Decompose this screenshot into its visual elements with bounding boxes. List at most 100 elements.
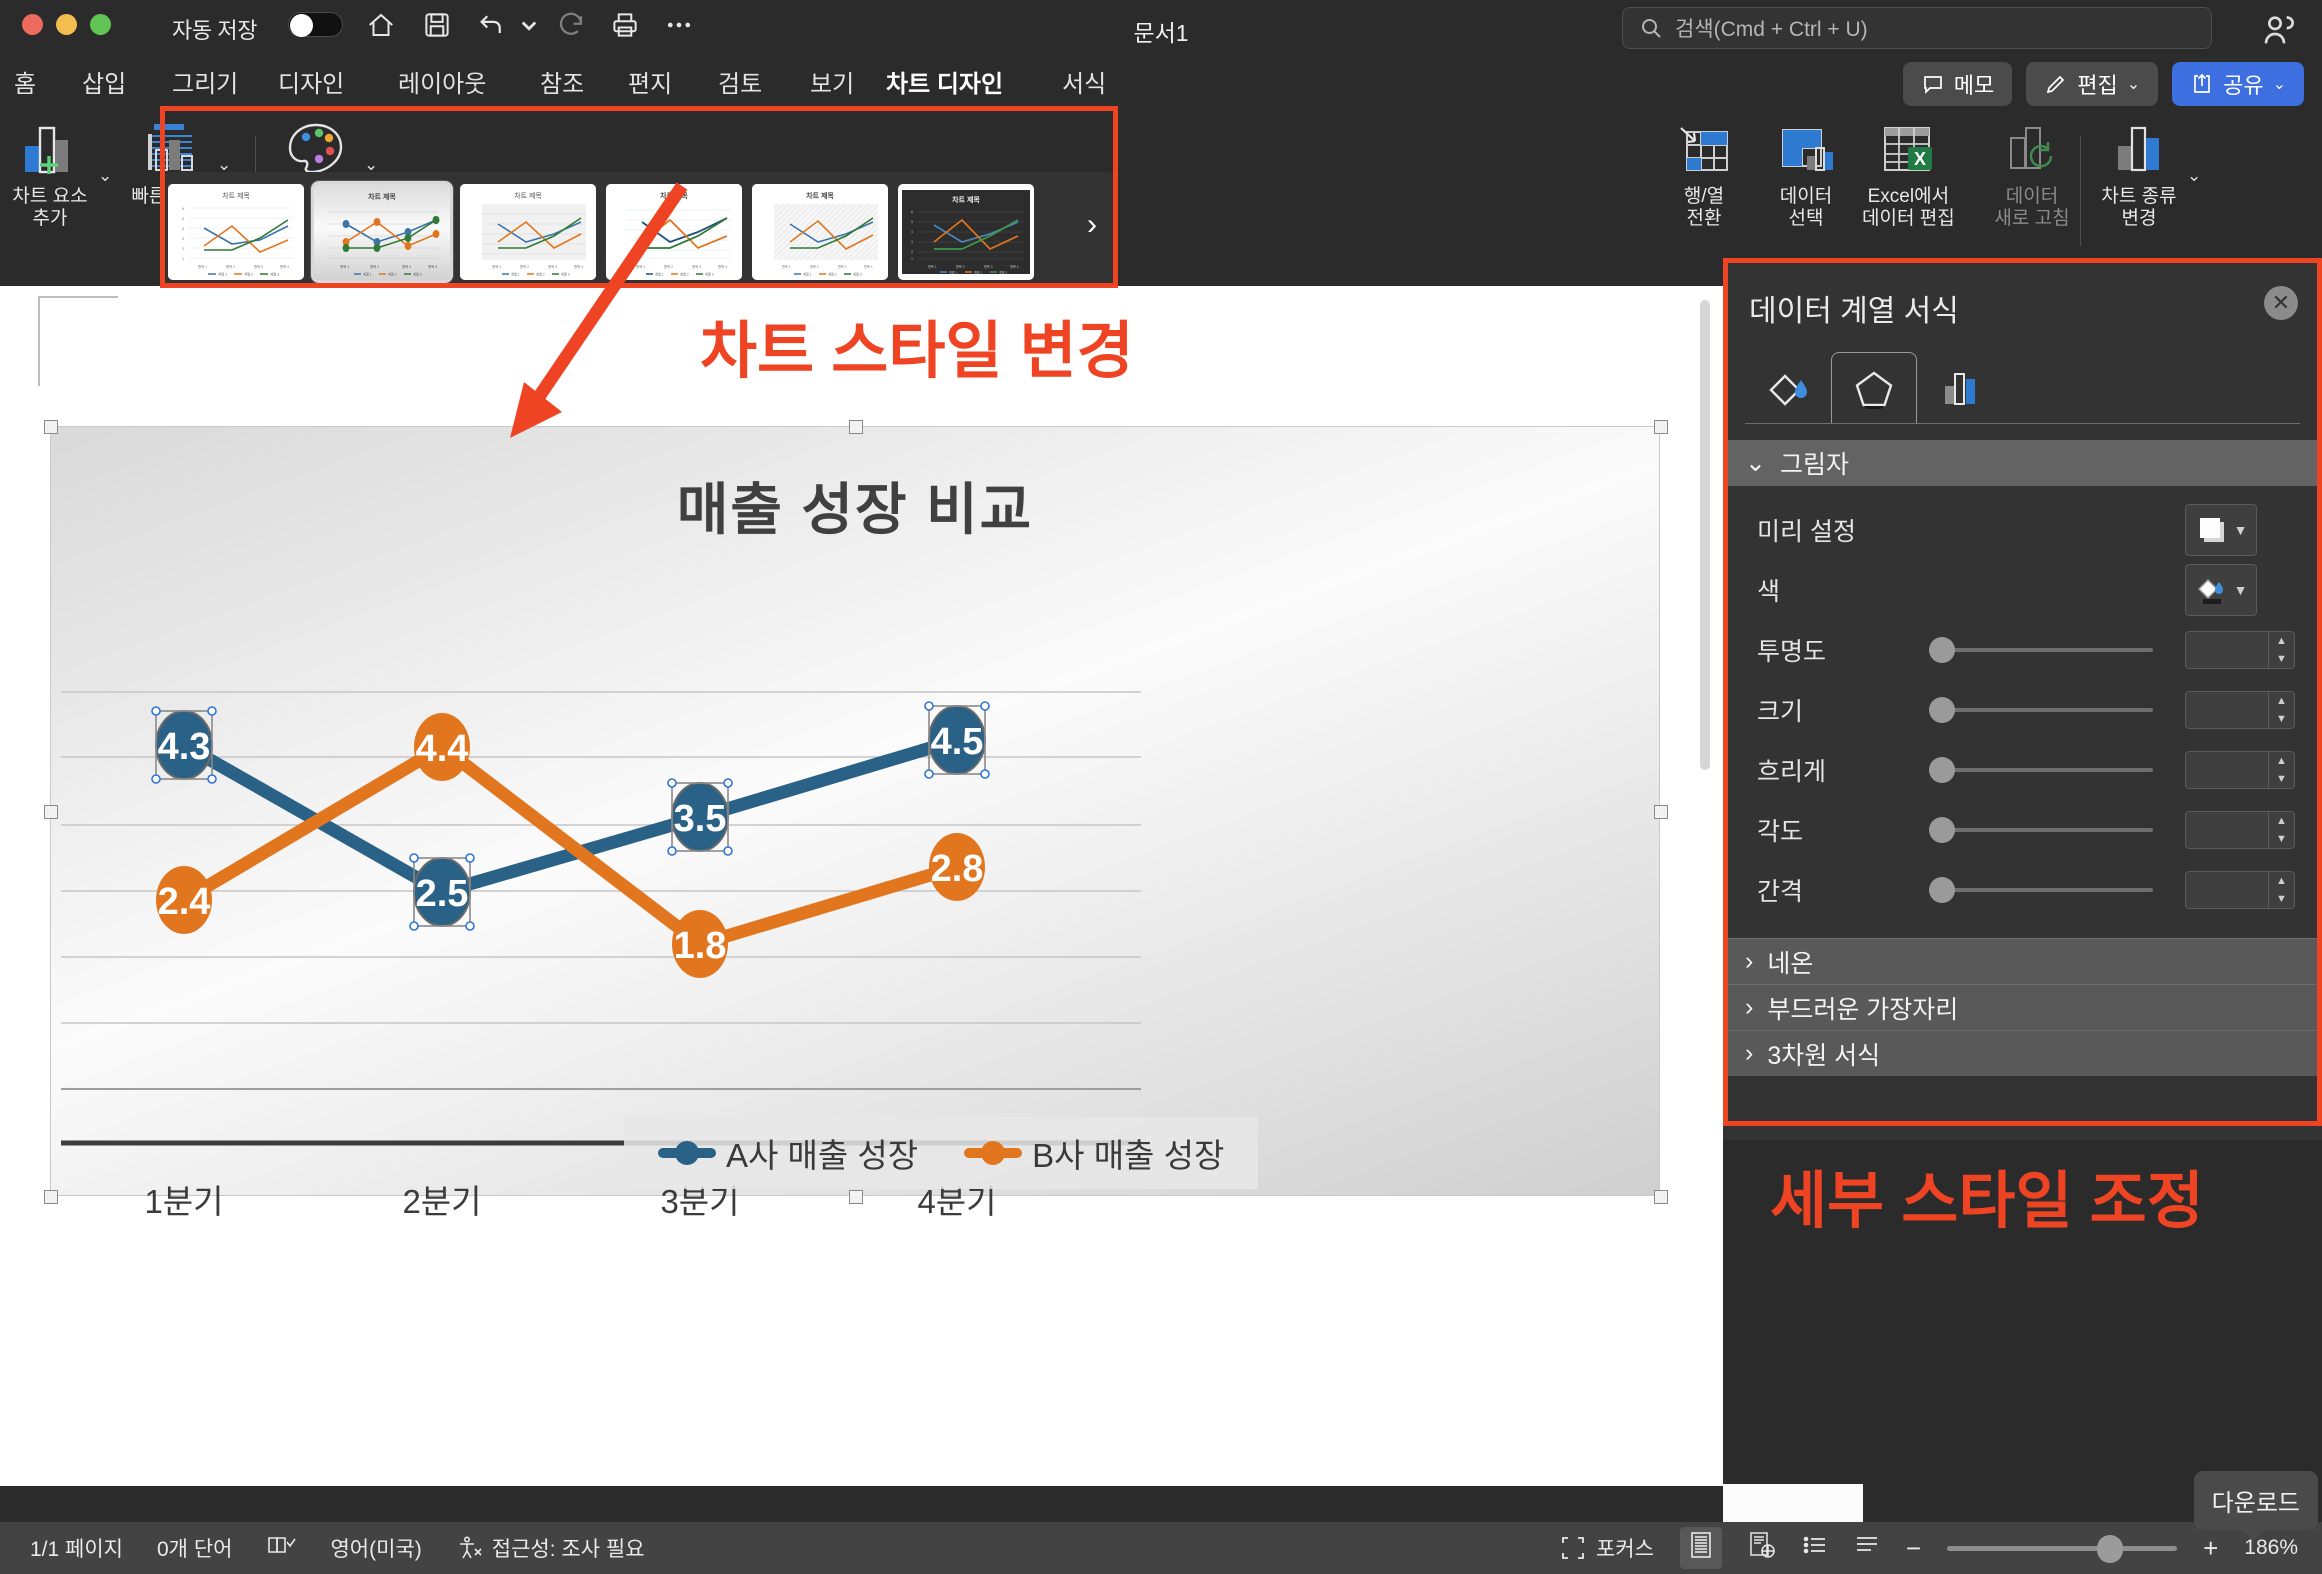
tab-layout[interactable]: 레이아웃 xyxy=(398,64,486,99)
tab-format[interactable]: 서식 xyxy=(1062,64,1106,99)
chart-resize-handle-e[interactable] xyxy=(1654,805,1668,819)
distance-slider[interactable] xyxy=(1929,877,2153,903)
change-chart-type-button[interactable]: 차트 종류 변경 xyxy=(2095,112,2183,231)
panel-tab-effects[interactable] xyxy=(1831,352,1917,424)
stepper-down-icon[interactable]: ▼ xyxy=(2269,710,2294,728)
panel-tab-fill-line[interactable] xyxy=(1745,352,1831,424)
document-canvas[interactable]: 매출 성장 비교 2.4 4.4 1.8 2.8 4.3 2.5 3.5 4.5… xyxy=(0,286,1723,1486)
chevron-down-icon[interactable]: ⌄ xyxy=(217,145,231,175)
transparency-input[interactable]: ▲ ▼ xyxy=(2185,631,2295,669)
blur-input[interactable]: ▲ ▼ xyxy=(2185,751,2295,789)
word-count[interactable]: 0개 단어 xyxy=(157,1533,232,1563)
edit-in-excel-button[interactable]: X Excel에서 데이터 편집 xyxy=(1862,112,1955,231)
memo-button[interactable]: 메모 xyxy=(1902,62,2013,106)
svg-text:항목 2: 항목 2 xyxy=(226,264,235,269)
distance-input[interactable]: ▲ ▼ xyxy=(2185,871,2295,909)
stepper-up-icon[interactable]: ▲ xyxy=(2269,692,2294,710)
tab-review[interactable]: 검토 xyxy=(718,64,762,99)
stepper-down-icon[interactable]: ▼ xyxy=(2269,830,2294,848)
section-header-3d-format[interactable]: › 3차원 서식 xyxy=(1723,1030,2322,1076)
size-input[interactable]: ▲ ▼ xyxy=(2185,691,2295,729)
chart-style-thumb-6[interactable]: 차트 제목 654321 항목 1 항목 2 항목 3 항목 4 계열 1 계열 2 … xyxy=(898,184,1034,280)
slider-thumb[interactable] xyxy=(1929,877,1955,903)
chart-resize-handle-w[interactable] xyxy=(44,805,58,819)
draft-view-button[interactable] xyxy=(1854,1532,1880,1564)
search-input[interactable]: 검색(Cmd + Ctrl + U) xyxy=(1622,7,2212,49)
preset-swatch-button[interactable]: ▼ xyxy=(2185,504,2257,556)
tab-home[interactable]: 홈 xyxy=(14,64,36,99)
tab-design[interactable]: 디자인 xyxy=(278,64,344,99)
chart-style-thumb-2[interactable]: 차트 제목 항목 1 항목 2 항목 3 항목 4 계열 1 계열 2 계열 3 xyxy=(311,181,453,283)
stepper-up-icon[interactable]: ▲ xyxy=(2269,632,2294,650)
stepper-up-icon[interactable]: ▲ xyxy=(2269,872,2294,890)
slider-thumb[interactable] xyxy=(1929,817,1955,843)
tab-references[interactable]: 참조 xyxy=(540,64,584,99)
stepper-down-icon[interactable]: ▼ xyxy=(2269,770,2294,788)
chart-style-gallery[interactable]: 차트 제목 654321 항목 1 항목 2 항목 3 항목 4 계열 1 계열 2 … xyxy=(160,172,1118,292)
web-layout-view-button[interactable] xyxy=(1748,1531,1776,1565)
zoom-in-button[interactable]: + xyxy=(2203,1533,2218,1564)
series-line-a xyxy=(177,733,964,899)
language-label[interactable]: 영어(미국) xyxy=(330,1533,421,1563)
slider-thumb[interactable] xyxy=(1929,637,1955,663)
zoom-slider-thumb[interactable] xyxy=(2097,1534,2124,1563)
chart-resize-handle-s[interactable] xyxy=(849,1190,863,1204)
section-header-shadow[interactable]: ⌄ 그림자 xyxy=(1723,440,2322,486)
chart-resize-handle-n[interactable] xyxy=(849,420,863,434)
legend-item-b[interactable]: B사 매출 성장 xyxy=(964,1129,1224,1177)
select-data-button[interactable]: 데이터 선택 xyxy=(1762,112,1850,231)
add-chart-element-button[interactable]: 차트 요소 추가 xyxy=(6,112,94,231)
proofing-icon[interactable] xyxy=(266,1533,297,1563)
print-layout-view-button[interactable] xyxy=(1679,1527,1722,1569)
size-slider[interactable] xyxy=(1929,697,2153,723)
tab-draw[interactable]: 그리기 xyxy=(172,64,238,99)
accessibility-status[interactable]: 접근성: 조사 필요 xyxy=(456,1533,645,1563)
chart-resize-handle-se[interactable] xyxy=(1654,1190,1668,1204)
document-scrollbar[interactable] xyxy=(1700,300,1710,770)
edit-button[interactable]: 편집 ⌄ xyxy=(2026,62,2159,106)
stepper-down-icon[interactable]: ▼ xyxy=(2269,890,2294,908)
chart-legend[interactable]: A사 매출 성장 B사 매출 성장 xyxy=(624,1117,1259,1189)
close-icon[interactable]: ✕ xyxy=(2264,286,2298,320)
angle-input[interactable]: ▲ ▼ xyxy=(2185,811,2295,849)
legend-item-a[interactable]: A사 매출 성장 xyxy=(658,1129,918,1177)
tab-chart-design[interactable]: 차트 디자인 xyxy=(886,64,1003,99)
chevron-down-icon[interactable]: ⌄ xyxy=(2187,156,2201,186)
chevron-down-icon[interactable]: ⌄ xyxy=(364,145,378,175)
zoom-out-button[interactable]: − xyxy=(1906,1533,1921,1564)
chart-style-thumb-3[interactable]: 차트 제목 항목 1 항목 2 항목 3 항목 4 계열 1 계열 2 계열 3 xyxy=(460,184,596,280)
tab-mailings[interactable]: 편지 xyxy=(628,64,672,99)
chart-style-thumb-4[interactable]: 차트 제목 항목 1 항목 2 항목 3 항목 4 계열 1 계열 2 계열 3 xyxy=(606,184,742,280)
collaborators-icon[interactable] xyxy=(2260,10,2300,48)
outline-view-button[interactable] xyxy=(1802,1532,1828,1564)
panel-tab-series-options[interactable] xyxy=(1917,352,2003,424)
transparency-label: 투명도 xyxy=(1757,638,1827,666)
gallery-next-button[interactable]: › xyxy=(1074,208,1110,242)
blur-slider[interactable] xyxy=(1929,757,2153,783)
zoom-slider[interactable] xyxy=(1947,1534,2178,1563)
tab-view[interactable]: 보기 xyxy=(810,64,854,99)
slider-thumb[interactable] xyxy=(1929,757,1955,783)
tab-insert[interactable]: 삽입 xyxy=(82,64,126,99)
transparency-slider[interactable] xyxy=(1929,637,2153,663)
focus-mode-button[interactable]: 포커스 xyxy=(1560,1533,1654,1563)
slider-thumb[interactable] xyxy=(1929,697,1955,723)
section-header-soft-edges[interactable]: › 부드러운 가장자리 xyxy=(1723,984,2322,1030)
chart-style-thumb-5[interactable]: 차트 제목 항목 1 항목 2 항목 3 항목 4 계열 1 계열 2 계열 3 xyxy=(752,184,888,280)
panel-title: 데이터 계열 서식 xyxy=(1749,295,1959,328)
stepper-down-icon[interactable]: ▼ xyxy=(2269,650,2294,668)
angle-slider[interactable] xyxy=(1929,817,2153,843)
chart-style-thumb-1[interactable]: 차트 제목 654321 항목 1 항목 2 항목 3 항목 4 계열 1 계열 2 … xyxy=(168,184,304,280)
chevron-down-icon[interactable]: ⌄ xyxy=(98,156,112,186)
color-swatch-button[interactable]: ▼ xyxy=(2185,564,2257,616)
switch-row-column-button[interactable]: 행/열 전환 xyxy=(1660,112,1748,231)
stepper-up-icon[interactable]: ▲ xyxy=(2269,752,2294,770)
chart-resize-handle-nw[interactable] xyxy=(44,420,58,434)
page-count[interactable]: 1/1 페이지 xyxy=(30,1533,123,1563)
section-header-glow[interactable]: › 네온 xyxy=(1723,938,2322,984)
share-button[interactable]: 공유 ⌄ xyxy=(2172,62,2304,106)
chart-resize-handle-ne[interactable] xyxy=(1654,420,1668,434)
chart-resize-handle-sw[interactable] xyxy=(44,1190,58,1204)
chart-object[interactable]: 매출 성장 비교 2.4 4.4 1.8 2.8 4.3 2.5 3.5 4.5… xyxy=(44,420,1668,1220)
stepper-up-icon[interactable]: ▲ xyxy=(2269,812,2294,830)
